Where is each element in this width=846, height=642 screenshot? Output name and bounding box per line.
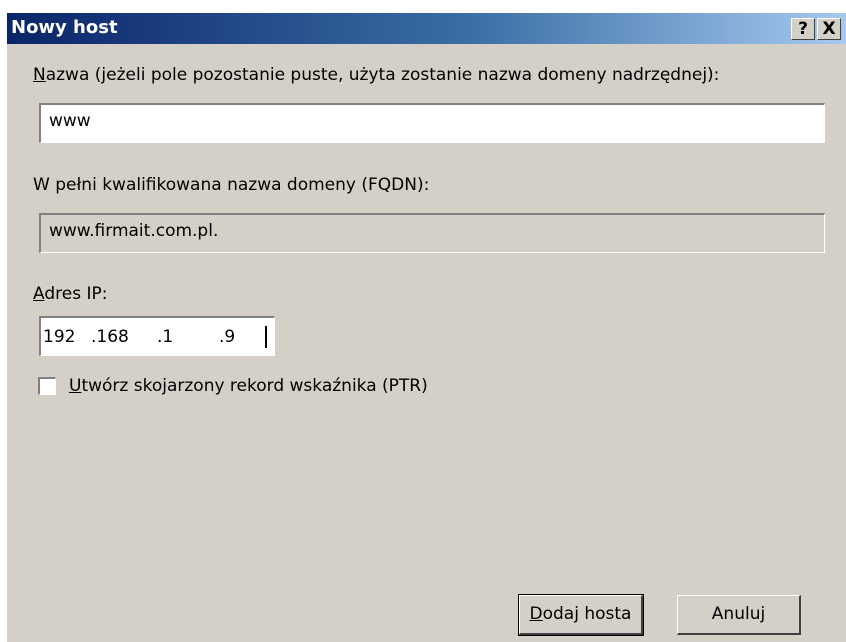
ip-label-accelerator: A: [33, 284, 45, 304]
cancel-button[interactable]: Anuluj: [677, 595, 801, 635]
ip-octet-4[interactable]: .9: [219, 327, 235, 347]
cancel-label: Anuluj: [711, 604, 766, 624]
ip-label: Adres IP:: [33, 284, 107, 304]
add-host-accelerator: D: [529, 604, 543, 624]
ptr-checkbox-label[interactable]: Utwórz skojarzony rekord wskaźnika (PTR): [69, 376, 428, 396]
close-button[interactable]: X: [817, 18, 841, 40]
name-label-accelerator: N: [33, 65, 46, 85]
close-icon: X: [822, 19, 836, 39]
name-label-text: azwa (jeżeli pole pozostanie puste, użyt…: [45, 65, 720, 85]
name-label: Nazwa (jeżeli pole pozostanie puste, uży…: [33, 65, 719, 85]
help-icon: ?: [798, 19, 808, 39]
ip-octet-3[interactable]: .1: [157, 327, 173, 347]
name-input[interactable]: www: [39, 103, 825, 143]
help-button[interactable]: ?: [791, 18, 815, 40]
text-caret: [265, 326, 267, 348]
new-host-dialog: Nowy host ? X Nazwa (jeżeli pole pozosta…: [6, 12, 846, 642]
name-input-value: www: [49, 111, 91, 131]
title-bar[interactable]: Nowy host ? X: [7, 13, 846, 44]
ptr-checkbox[interactable]: [38, 377, 56, 395]
ptr-label-accelerator: U: [69, 376, 82, 396]
fqdn-field: www.firmait.com.pl.: [39, 213, 825, 253]
dialog-title: Nowy host: [11, 17, 118, 38]
ip-octet-1[interactable]: 192: [43, 327, 75, 347]
ip-address-input[interactable]: 192 .168 .1 .9: [39, 316, 275, 356]
ptr-label-text: twórz skojarzony rekord wskaźnika (PTR): [81, 376, 428, 396]
ip-octet-2[interactable]: .168: [91, 327, 129, 347]
fqdn-value: www.firmait.com.pl.: [49, 221, 219, 241]
add-host-button[interactable]: Dodaj hosta: [518, 594, 644, 636]
add-host-label: odaj hosta: [542, 604, 632, 624]
fqdn-label: W pełni kwalifikowana nazwa domeny (FQDN…: [33, 175, 430, 195]
ip-label-text: dres IP:: [44, 284, 108, 304]
